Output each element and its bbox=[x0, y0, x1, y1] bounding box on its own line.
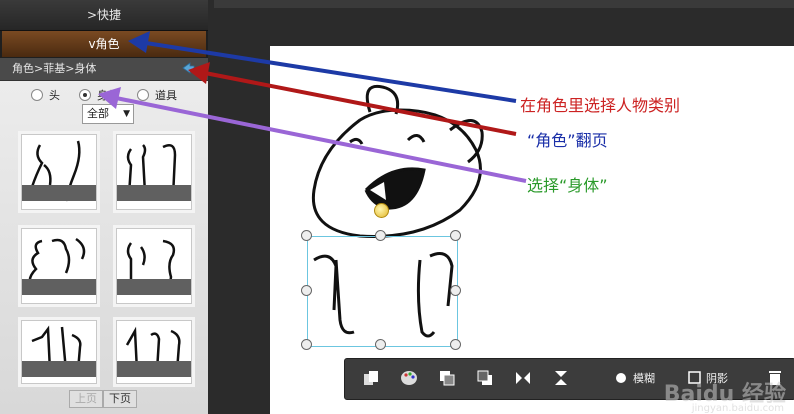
watermark-url: jingyan.baidu.com bbox=[691, 403, 784, 414]
annotation-arrows bbox=[98, 31, 527, 183]
annotation-note-1: 在角色里选择人物类别 bbox=[520, 96, 681, 115]
annotation-note-3: 选择“身体” bbox=[527, 176, 608, 195]
annotation-note-2: “角色”翻页 bbox=[527, 131, 608, 150]
